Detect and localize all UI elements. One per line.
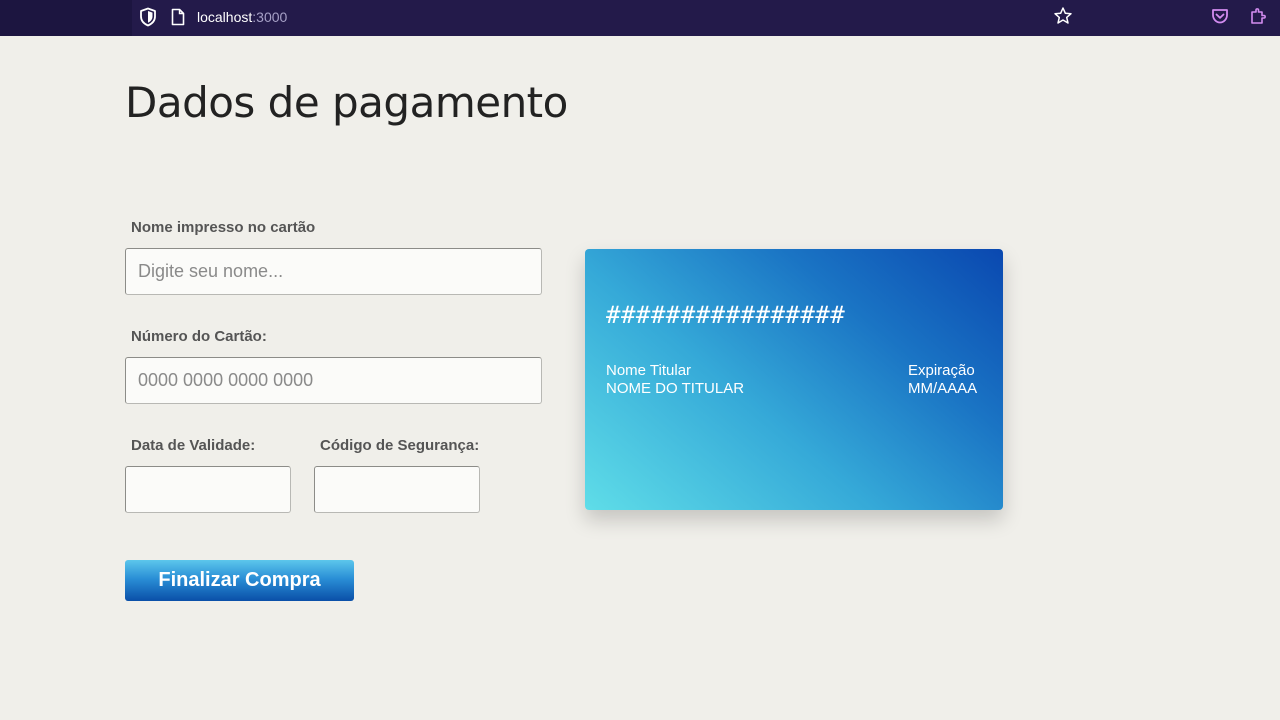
security-code-label: Código de Segurança:	[320, 437, 480, 454]
toolbar-left-area	[0, 0, 132, 36]
security-code-input[interactable]	[314, 466, 480, 513]
page-icon[interactable]	[171, 8, 185, 26]
url-bar[interactable]: localhost:3000	[197, 8, 287, 26]
card-holder-label: Nome Titular	[606, 362, 692, 379]
card-number-label: Número do Cartão:	[131, 328, 267, 345]
url-host: localhost	[197, 9, 253, 25]
card-preview: ################ Nome Titular NOME DO TI…	[585, 249, 1003, 510]
expiry-label: Data de Validade:	[131, 437, 256, 454]
finalize-purchase-button[interactable]: Finalizar Compra	[125, 560, 354, 601]
cardholder-name-input[interactable]	[125, 248, 542, 295]
star-icon[interactable]	[1053, 6, 1073, 26]
card-expiry-label: Expiração	[908, 362, 975, 379]
extensions-icon[interactable]	[1249, 6, 1267, 26]
card-holder-value: NOME DO TITULAR	[606, 380, 745, 397]
name-label: Nome impresso no cartão	[131, 219, 316, 236]
card-expiry-value: MM/AAAA	[908, 380, 978, 397]
browser-toolbar: localhost:3000	[0, 0, 1280, 36]
pocket-icon[interactable]	[1211, 7, 1229, 25]
url-port: :3000	[252, 9, 288, 25]
page-title: Dados de pagamento	[125, 78, 568, 127]
expiry-date-input[interactable]	[125, 466, 291, 513]
card-preview-number: ################	[606, 301, 846, 329]
shield-icon[interactable]	[139, 7, 157, 27]
card-number-input[interactable]	[125, 357, 542, 404]
